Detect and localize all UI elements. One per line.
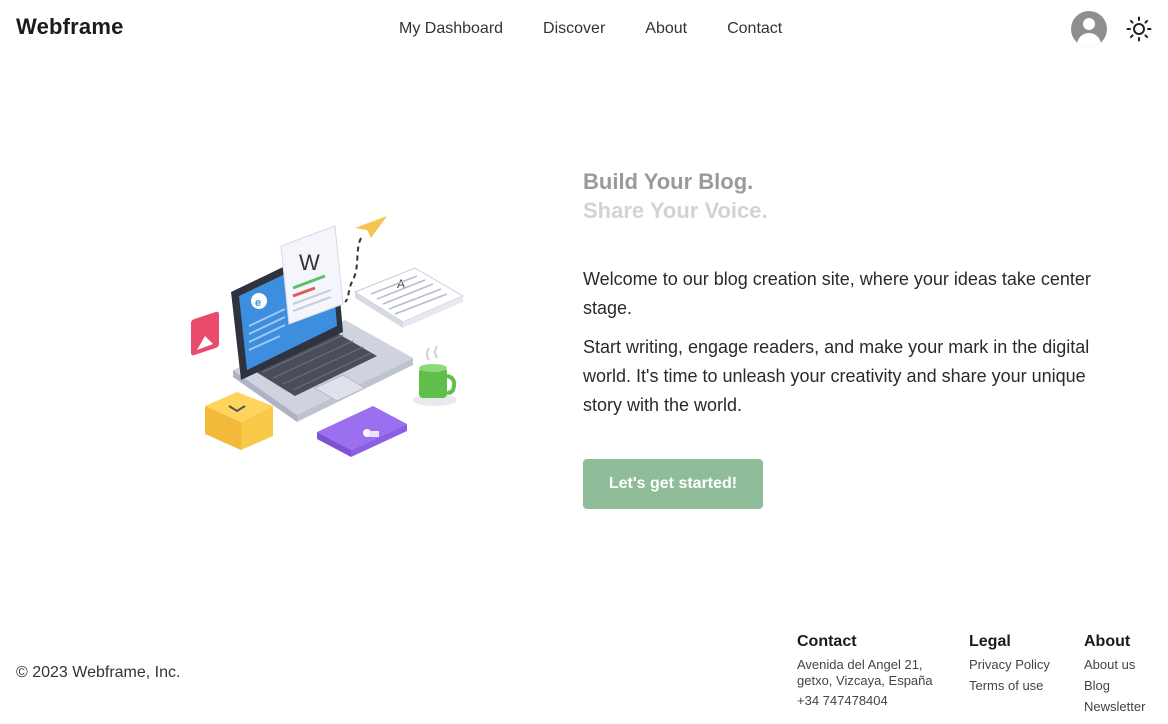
footer-link-about-us[interactable]: About us <box>1084 657 1145 673</box>
mug-icon <box>419 368 447 398</box>
nav-discover[interactable]: Discover <box>543 20 605 38</box>
footer-link-newsletter[interactable]: Newsletter <box>1084 699 1145 715</box>
footer-link-terms-of-use[interactable]: Terms of use <box>969 678 1050 694</box>
footer-link-blog[interactable]: Blog <box>1084 678 1145 694</box>
nav-my-dashboard[interactable]: My Dashboard <box>399 20 503 38</box>
paper-plane-icon <box>355 216 387 238</box>
footer-contact-heading: Contact <box>797 633 857 650</box>
hero-paragraph-2: Start writing, engage readers, and make … <box>583 337 1090 415</box>
footer-about: About About us Blog Newsletter <box>1084 633 1145 720</box>
svg-text:W: W <box>299 250 320 275</box>
copyright: © 2023 Webframe, Inc. <box>16 664 181 681</box>
hero-paragraph-1: Welcome to our blog creation site, where… <box>583 269 1091 318</box>
sun-icon[interactable] <box>1126 16 1152 42</box>
paper-stack <box>353 267 465 323</box>
footer-link-privacy-policy[interactable]: Privacy Policy <box>969 657 1050 673</box>
page: Webframe My Dashboard Discover About Con… <box>0 0 1168 724</box>
footer-legal: Legal Privacy Policy Terms of use <box>969 633 1050 699</box>
avatar-head <box>1083 18 1095 30</box>
footer-about-heading: About <box>1084 633 1131 650</box>
nav-contact[interactable]: Contact <box>727 20 782 38</box>
footer-address-line2: getxo, Vizcaya, España <box>797 673 933 688</box>
footer-contact: Contact Avenida del Angel 21, getxo, Viz… <box>797 633 933 713</box>
footer-legal-heading: Legal <box>969 633 1011 650</box>
hero-title: Build Your Blog. Share Your Voice. <box>583 167 768 225</box>
brand-logo[interactable]: Webframe <box>16 14 124 40</box>
image-icon <box>191 311 219 356</box>
hero-title-line1: Build Your Blog. <box>583 169 754 194</box>
footer-phone: +34 747478404 <box>797 693 888 708</box>
user-avatar-icon[interactable] <box>1071 11 1107 47</box>
svg-text:e: e <box>255 297 261 309</box>
get-started-button[interactable]: Let's get started! <box>583 459 763 509</box>
hero-title-line2: Share Your Voice. <box>583 198 768 223</box>
avatar-body <box>1077 33 1101 47</box>
nav-about[interactable]: About <box>645 20 687 38</box>
main-nav: My Dashboard Discover About Contact <box>399 20 782 38</box>
footer-address-line1: Avenida del Angel 21, <box>797 657 923 672</box>
hero-illustration: e W A <box>191 216 465 457</box>
